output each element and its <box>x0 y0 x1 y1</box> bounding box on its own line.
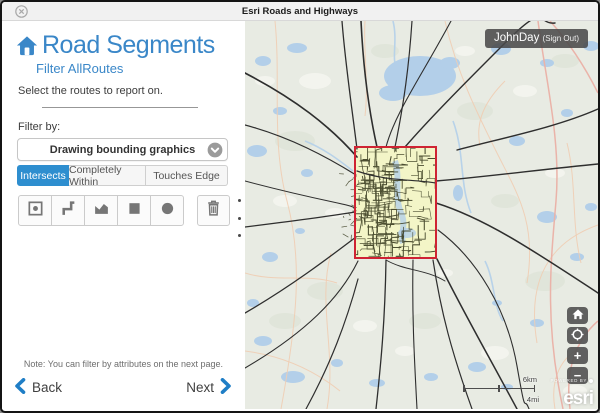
scale-mi-label: 4mi <box>527 395 539 404</box>
back-label: Back <box>32 380 62 395</box>
back-button[interactable]: Back <box>14 378 62 397</box>
point-icon <box>27 200 44 222</box>
map-container: JohnDay (Sign Out) <box>245 21 598 409</box>
draw-toolbar <box>18 195 245 226</box>
polyline-icon <box>60 200 77 222</box>
panel-resize-handle[interactable] <box>235 197 243 239</box>
user-sign-out-button[interactable]: JohnDay (Sign Out) <box>485 29 588 48</box>
plus-icon: + <box>574 349 582 362</box>
draw-point-button[interactable] <box>18 195 52 226</box>
divider <box>42 107 198 108</box>
esri-globe-dot <box>589 379 593 383</box>
chevron-right-icon <box>220 378 232 397</box>
note-text: Note: You can filter by attributes on th… <box>2 359 245 369</box>
filter-panel: Road Segments Filter AllRoutes Select th… <box>2 21 245 409</box>
filter-by-label: Filter by: <box>18 121 245 133</box>
page-title: Road Segments <box>42 32 215 58</box>
scale-km-label: 6km <box>523 375 537 384</box>
locate-button[interactable] <box>567 327 588 344</box>
tab-touches-edge[interactable]: Touches Edge <box>146 165 228 186</box>
home-house-icon <box>16 34 38 58</box>
chevron-left-icon <box>14 378 26 397</box>
next-label: Next <box>186 380 214 395</box>
draw-rectangle-button[interactable] <box>117 195 151 226</box>
chevron-down-icon <box>207 142 223 158</box>
panel-description: Select the routes to report on. <box>18 85 245 97</box>
app-window: Esri Roads and Highways Road Segments Fi… <box>0 0 600 413</box>
rectangle-icon <box>126 200 143 222</box>
locate-icon <box>571 328 584 343</box>
filter-method-dropdown[interactable]: Drawing bounding graphics <box>17 138 228 161</box>
user-name: JohnDay <box>494 32 539 44</box>
esri-logo: POWERED BY esri <box>550 373 593 408</box>
ellipse-icon <box>159 200 176 222</box>
spatial-relation-tabs: Intersects Completely Within Touches Edg… <box>17 165 228 186</box>
polygon-icon <box>93 200 110 222</box>
home-icon <box>572 309 584 322</box>
map-canvas[interactable] <box>245 21 598 409</box>
esri-brand-label: esri <box>550 389 593 408</box>
powered-by-label: POWERED BY <box>550 379 587 384</box>
tab-completely-within[interactable]: Completely Within <box>69 165 146 186</box>
title-bar: Esri Roads and Highways <box>2 2 598 21</box>
draw-polygon-button[interactable] <box>84 195 118 226</box>
trash-icon <box>205 199 222 222</box>
zoom-in-button[interactable]: + <box>567 347 588 364</box>
dropdown-selected-value: Drawing bounding graphics <box>50 144 195 156</box>
draw-polyline-button[interactable] <box>51 195 85 226</box>
draw-ellipse-button[interactable] <box>150 195 184 226</box>
scale-bar: 6km 4mi <box>463 377 539 401</box>
home-extent-button[interactable] <box>567 307 588 324</box>
sign-out-label: (Sign Out) <box>543 34 579 43</box>
clear-graphics-button[interactable] <box>197 195 230 226</box>
next-button[interactable]: Next <box>186 378 232 397</box>
page-subtitle: Filter AllRoutes <box>36 61 245 76</box>
window-title: Esri Roads and Highways <box>2 2 598 21</box>
tab-intersects[interactable]: Intersects <box>17 165 69 186</box>
